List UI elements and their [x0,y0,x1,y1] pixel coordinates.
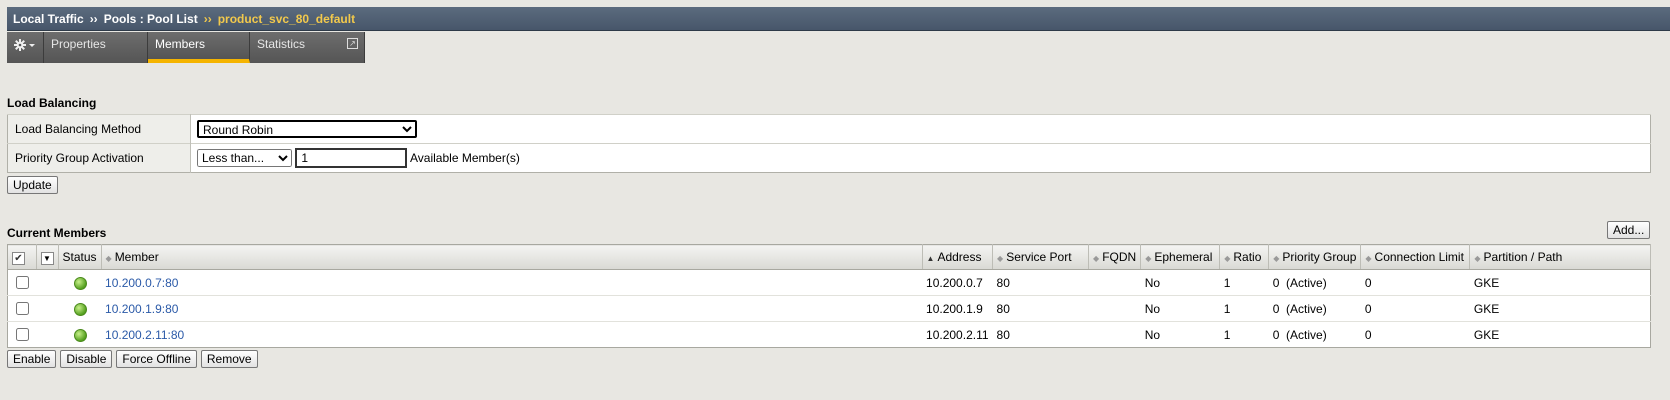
lb-method-select[interactable]: Round Robin [197,120,417,138]
cell-address: 10.200.2.11 [922,321,993,348]
cell-conn-limit: 0 [1360,295,1470,322]
priority-group-select[interactable]: Less than... [197,149,292,167]
popout-icon[interactable]: ↗ [347,38,358,49]
cell-partition: GKE [1469,295,1651,322]
cell-partition: GKE [1469,321,1651,348]
load-balancing-table: Load Balancing Method Round Robin Priori… [7,114,1651,173]
cell-ephemeral: No [1140,321,1220,348]
breadcrumb-separator: ›› [89,11,98,26]
breadcrumb-current: product_svc_80_default [217,11,356,26]
status-available-icon [74,302,87,316]
cell-port: 80 [992,321,1089,348]
col-ephemeral[interactable]: ◆ Ephemeral [1140,244,1221,270]
chevron-down-icon[interactable]: ▼ [40,251,54,265]
col-member[interactable]: ◆ Member [101,244,923,270]
cell-partition: GKE [1469,269,1651,296]
col-ratio[interactable]: ◆ Ratio [1219,244,1270,270]
cell-ratio: 1 [1219,321,1269,348]
cell-priority: 0 (Active) [1268,321,1361,348]
sort-asc-icon: ▲ [926,254,935,263]
col-priority-group[interactable]: ◆ Priority Group [1268,244,1362,270]
select-all-header[interactable]: ✔ [7,244,37,270]
cell-address: 10.200.0.7 [922,269,993,296]
members-table: ✔ ▼ Status ◆ Member ▲ Address ◆ Service Por… [7,244,1651,348]
sort-icon: ◆ [1093,254,1100,263]
col-service-port[interactable]: ◆ Service Port [992,244,1090,270]
tab-label: Members [155,37,206,51]
col-partition-path[interactable]: ◆ Partition / Path [1469,244,1651,270]
table-row: 10.200.1.9:80 10.200.1.9 80 No 1 0 (Acti… [7,295,1651,322]
cell-priority: 0 (Active) [1268,269,1361,296]
gear-icon [14,39,35,51]
priority-suffix: Available Member(s) [410,151,520,165]
sort-icon: ◆ [1365,254,1372,263]
cell-ratio: 1 [1219,269,1269,296]
add-member-button[interactable]: Add... [1607,221,1651,239]
cell-conn-limit: 0 [1360,269,1470,296]
tab-statistics[interactable]: Statistics ↗ [250,32,365,63]
tab-label: Statistics [257,37,306,51]
member-link[interactable]: 10.200.1.9:80 [105,302,178,316]
cell-priority: 0 (Active) [1268,295,1361,322]
breadcrumb-separator: ›› [203,11,212,26]
breadcrumb-pool-list[interactable]: Pools : Pool List [104,12,198,26]
remove-button[interactable]: Remove [200,350,258,368]
tab-properties[interactable]: Properties [44,32,148,63]
tab-label: Properties [51,37,106,51]
sort-icon: ◆ [1224,254,1231,263]
sort-icon: ◆ [1273,254,1280,263]
cell-port: 80 [992,295,1089,322]
col-fqdn[interactable]: ◆ FQDN [1088,244,1142,270]
cell-ephemeral: No [1140,269,1220,296]
breadcrumb-local-traffic[interactable]: Local Traffic [13,12,84,26]
member-link[interactable]: 10.200.2.11:80 [105,328,184,342]
lb-method-label: Load Balancing Method [7,114,191,144]
select-all-checkbox[interactable]: ✔ [12,251,25,265]
col-address[interactable]: ▲ Address [922,244,994,270]
cell-port: 80 [992,269,1089,296]
row-checkbox[interactable] [16,276,29,289]
col-status[interactable]: Status [58,244,102,270]
current-members-title: Current Members [7,226,107,240]
cell-ratio: 1 [1219,295,1269,322]
sort-icon: ◆ [1474,254,1481,263]
load-balancing-title: Load Balancing [7,96,97,110]
cell-ephemeral: No [1140,295,1220,322]
disable-button[interactable]: Disable [60,350,113,368]
chevron-down-icon [29,44,35,47]
enable-button[interactable]: Enable [7,350,57,368]
gear-menu-button[interactable] [7,32,44,63]
sort-icon: ◆ [997,254,1004,263]
cell-address: 10.200.1.9 [922,295,993,322]
cell-fqdn [1088,295,1141,322]
tab-bar: Properties Members Statistics ↗ [7,32,365,63]
member-link[interactable]: 10.200.0.7:80 [105,276,178,290]
member-actions: Enable Disable Force Offline Remove [7,350,258,368]
tab-members[interactable]: Members [148,32,250,63]
cell-fqdn [1088,269,1141,296]
status-available-icon [74,276,87,290]
cell-conn-limit: 0 [1360,321,1470,348]
sort-icon: ◆ [1145,254,1152,263]
sort-icon: ◆ [105,254,112,263]
priority-group-label: Priority Group Activation [7,143,191,173]
column-menu-header[interactable]: ▼ [36,244,59,270]
table-row: 10.200.2.11:80 10.200.2.11 80 No 1 0 (Ac… [7,321,1651,348]
cell-fqdn [1088,321,1141,348]
update-button[interactable]: Update [7,176,58,194]
status-available-icon [74,328,87,342]
priority-count-input[interactable] [295,148,408,168]
row-checkbox[interactable] [16,302,29,315]
force-offline-button[interactable]: Force Offline [116,350,197,368]
row-checkbox[interactable] [16,328,29,341]
table-row: 10.200.0.7:80 10.200.0.7 80 No 1 0 (Acti… [7,269,1651,296]
col-connection-limit[interactable]: ◆ Connection Limit [1360,244,1471,270]
breadcrumb: Local Traffic ›› Pools : Pool List ›› pr… [7,7,1670,31]
